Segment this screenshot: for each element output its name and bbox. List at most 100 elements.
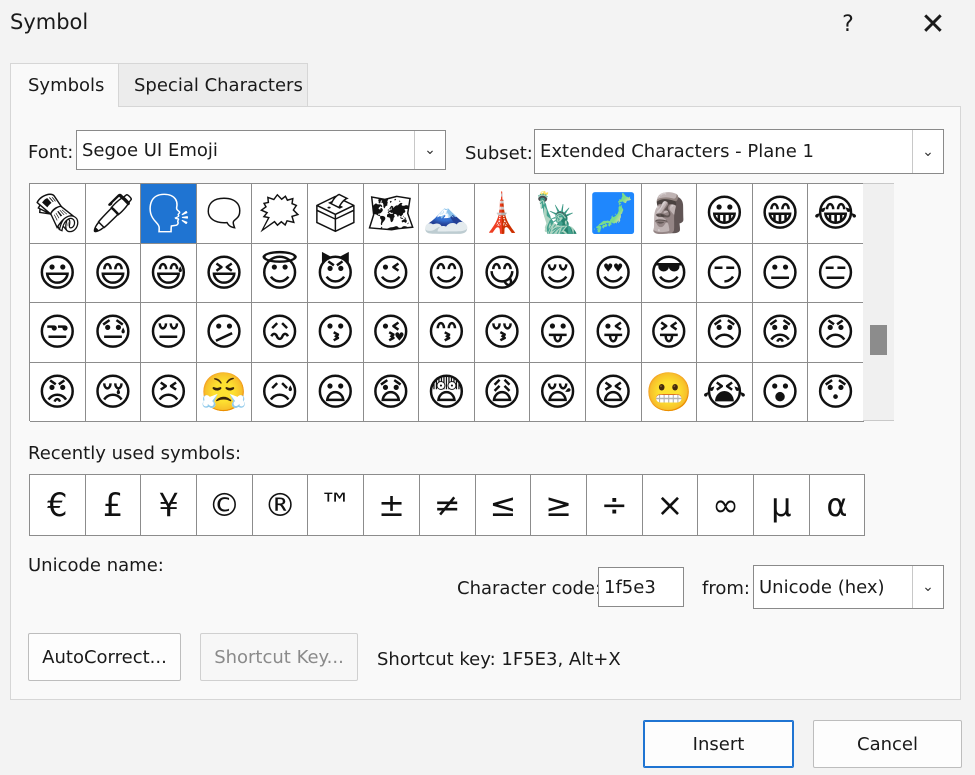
symbol-cell[interactable]: 😡 [30,362,86,422]
autocorrect-button[interactable]: AutoCorrect... [28,633,181,681]
symbol-cell[interactable]: 😠 [808,303,864,363]
symbol-cell[interactable]: 😉 [363,243,420,303]
symbol-cell[interactable]: 😘 [363,303,420,363]
symbol-cell[interactable]: 😒 [30,303,86,363]
symbol-cell[interactable]: 😙 [419,303,475,363]
recent-symbol-cell[interactable]: ≥ [531,475,587,535]
recent-symbol-cell[interactable]: ® [253,475,309,535]
symbol-cell[interactable]: 😇 [252,243,308,303]
recent-symbol-cell[interactable]: ¥ [141,475,198,535]
scroll-thumb[interactable] [870,325,887,355]
symbol-cell[interactable]: 😞 [697,303,753,363]
symbol-cell[interactable]: 😢 [85,362,142,422]
chevron-down-icon[interactable]: ⌄ [414,131,445,169]
symbol-cell[interactable]: 😗 [307,303,364,363]
symbol-cell[interactable]: 😣 [141,362,197,422]
symbol-cell[interactable]: 😅 [141,243,197,303]
symbol-cell[interactable]: 🗳 [307,184,364,244]
recent-symbol-cell[interactable]: ÷ [587,475,643,535]
recent-symbol-cell[interactable]: α [810,475,866,535]
symbol-grid-scrollbar[interactable] [863,183,894,421]
symbol-cell[interactable]: 😭 [697,362,753,422]
symbol-cell[interactable]: 🗺 [363,184,420,244]
symbol-cell[interactable]: 😯 [808,362,864,422]
recent-symbol-cell[interactable]: £ [86,475,142,535]
symbol-cell[interactable]: 🗞 [30,184,86,244]
close-icon[interactable]: ✕ [914,6,952,42]
dialog-title: Symbol [10,10,89,34]
insert-button[interactable]: Insert [643,720,794,768]
recent-symbol-cell[interactable]: × [643,475,699,535]
symbol-cell[interactable]: 😛 [530,303,586,363]
symbol-cell[interactable]: 😩 [474,362,531,422]
symbol-cell[interactable]: 😖 [252,303,308,363]
subset-combobox[interactable]: Extended Characters - Plane 1 ⌄ [534,129,944,174]
symbol-cell-selected[interactable]: 🗣 [141,184,197,244]
symbol-cell[interactable]: 🗨 [196,184,253,244]
symbol-cell[interactable]: 😟 [752,303,809,363]
recent-symbol-cell[interactable]: µ [754,475,810,535]
symbol-cell[interactable]: 😐 [752,243,809,303]
symbol-cell[interactable]: 😝 [641,303,698,363]
symbol-cell[interactable]: 😋 [474,243,531,303]
subset-label: Subset: [465,143,533,164]
subset-value: Extended Characters - Plane 1 [540,141,814,162]
symbol-cell[interactable]: 😪 [530,362,586,422]
font-combobox[interactable]: Segoe UI Emoji ⌄ [76,130,446,170]
from-combobox[interactable]: Unicode (hex) ⌄ [753,565,944,609]
symbol-cell[interactable]: 🗼 [474,184,531,244]
symbol-cell[interactable]: 😆 [196,243,253,303]
symbol-cell[interactable]: 😃 [30,243,86,303]
symbol-cell[interactable]: 🗽 [530,184,586,244]
symbol-cell[interactable]: 🗯 [252,184,308,244]
symbol-cell[interactable]: 😈 [307,243,364,303]
symbol-cell[interactable]: 😫 [585,362,642,422]
symbol-cell[interactable]: 😏 [697,243,753,303]
font-value: Segoe UI Emoji [82,139,218,161]
recent-symbol-cell[interactable]: ± [364,475,420,535]
shortcut-key-button[interactable]: Shortcut Key... [200,633,358,681]
symbol-cell[interactable]: 😬 [641,362,698,422]
symbol-cell[interactable]: 😄 [85,243,142,303]
symbol-cell[interactable]: 😧 [363,362,420,422]
recent-symbol-cell[interactable]: © [197,475,253,535]
tab-special-characters[interactable]: Special Characters [119,63,308,107]
symbol-cell[interactable]: 😚 [474,303,531,363]
symbol-cell[interactable]: 😓 [85,303,142,363]
symbol-cell[interactable]: 😜 [585,303,642,363]
tab-symbols[interactable]: Symbols [10,63,119,107]
symbol-grid[interactable]: 🗞 🖊 🗣 🗨 🗯 🗳 🗺 🗻 🗼 🗽 🗾 🗿 😀 😁 😂 😃 😄 😅 😆 😇 😈 😉 😊 😋 😌 😍 😎 😏 😐 😑 😒 😓 😔 😕 😖 😗 😘 😙 😚 😛… [29,183,864,422]
chevron-down-icon[interactable]: ⌄ [912,130,943,173]
symbol-cell[interactable]: 🗾 [585,184,642,244]
symbol-cell[interactable]: 😀 [697,184,753,244]
recent-symbol-cell[interactable]: ≠ [420,475,476,535]
symbol-cell[interactable]: 😥 [252,362,308,422]
symbol-cell[interactable]: 😎 [641,243,698,303]
symbol-cell[interactable]: 🗿 [641,184,698,244]
symbol-cell[interactable]: 😕 [196,303,253,363]
recent-symbol-cell[interactable]: ∞ [698,475,754,535]
help-icon[interactable]: ? [830,6,866,42]
recent-symbol-cell[interactable]: ™ [308,475,365,535]
symbol-cell[interactable]: 😮 [752,362,809,422]
recent-symbols-grid[interactable]: € £ ¥ © ® ™ ± ≠ ≤ ≥ ÷ × ∞ µ α [29,474,866,536]
symbol-cell[interactable]: 😂 [808,184,864,244]
symbol-cell[interactable]: 😍 [585,243,642,303]
recent-symbols-label: Recently used symbols: [28,443,242,464]
symbol-cell[interactable]: 😨 [419,362,475,422]
symbol-cell[interactable]: 😔 [141,303,197,363]
character-code-input[interactable]: 1f5e3 [598,567,684,607]
symbol-cell[interactable]: 🖊 [85,184,142,244]
symbol-cell[interactable]: 😊 [419,243,475,303]
symbol-cell[interactable]: 😑 [808,243,864,303]
symbol-cell[interactable]: 🗻 [419,184,475,244]
shortcut-key-text: Shortcut key: 1F5E3, Alt+X [377,649,621,670]
chevron-down-icon[interactable]: ⌄ [912,566,943,608]
symbol-cell[interactable]: 😤 [196,362,253,422]
recent-symbol-cell[interactable]: € [30,475,86,535]
symbol-cell[interactable]: 😁 [752,184,809,244]
symbol-cell[interactable]: 😌 [530,243,586,303]
recent-symbol-cell[interactable]: ≤ [476,475,532,535]
cancel-button[interactable]: Cancel [813,720,962,768]
symbol-cell[interactable]: 😦 [307,362,364,422]
